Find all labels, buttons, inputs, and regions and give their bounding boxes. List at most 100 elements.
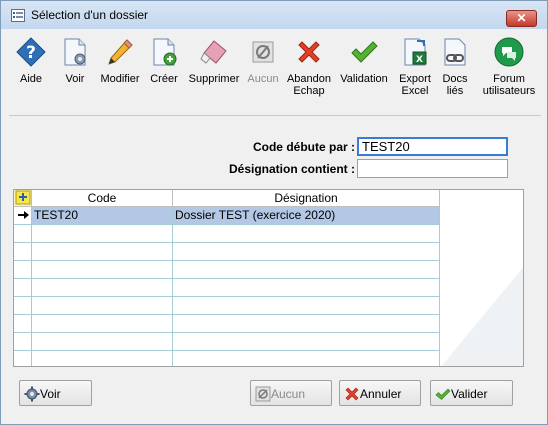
new-document-icon (153, 38, 177, 66)
grid-empty-area (440, 190, 523, 366)
red-x-icon (298, 41, 320, 63)
table-row[interactable] (14, 243, 440, 261)
green-check-icon (435, 388, 451, 400)
view-footer-button[interactable]: Voir (19, 380, 92, 406)
row-designation (173, 297, 440, 314)
row-code (32, 261, 173, 278)
current-row-arrow-icon (18, 211, 29, 219)
table-row[interactable]: TEST20 Dossier TEST (exercice 2020) (14, 207, 440, 225)
column-header-designation[interactable]: Désignation (173, 190, 440, 206)
none-footer-label: Aucun (271, 387, 306, 401)
column-header-code[interactable]: Code (32, 190, 173, 206)
row-indicator (14, 261, 32, 278)
row-indicator (14, 333, 32, 350)
row-code (32, 333, 173, 350)
close-icon: ✕ (516, 11, 527, 25)
grid-corner-shade (441, 267, 523, 366)
row-code: TEST20 (32, 207, 173, 224)
svg-text:X: X (416, 55, 423, 65)
none-button[interactable]: Aucun (245, 31, 281, 111)
row-code (32, 297, 173, 314)
create-button[interactable]: Créer (145, 31, 183, 111)
svg-text:?: ? (26, 43, 36, 63)
none-footer-button[interactable]: Aucun (250, 380, 332, 406)
table-row[interactable] (14, 333, 440, 351)
validation-label: Validation (340, 73, 388, 85)
row-indicator (14, 279, 32, 296)
toolbar-separator (9, 115, 541, 116)
code-starts-with-label: Code débute par : (252, 140, 355, 154)
abandon-button[interactable]: Abandon Echap (285, 31, 333, 111)
row-code (32, 351, 173, 366)
row-designation (173, 333, 440, 350)
row-indicator (14, 225, 32, 242)
view-button[interactable]: Voir (55, 31, 95, 111)
row-designation (173, 225, 440, 242)
row-designation (173, 261, 440, 278)
delete-label: Supprimer (188, 73, 240, 85)
table-row[interactable] (14, 351, 440, 366)
row-code (32, 225, 173, 242)
close-button[interactable]: ✕ (506, 10, 537, 27)
column-chooser-icon (15, 190, 30, 205)
empty-set-icon (255, 386, 271, 402)
validation-button[interactable]: Validation (337, 31, 391, 111)
create-label: Créer (150, 73, 178, 85)
pencil-icon (108, 39, 133, 65)
column-chooser-button[interactable] (14, 190, 32, 206)
grid-header: Code Désignation (14, 190, 440, 207)
window-title: Sélection d'un dossier (31, 8, 149, 22)
empty-set-icon (252, 41, 274, 63)
cancel-button[interactable]: Annuler (339, 380, 421, 406)
help-icon: ? (16, 37, 46, 67)
row-code (32, 243, 173, 260)
row-indicator (14, 315, 32, 332)
help-label: Aide (19, 73, 43, 85)
row-designation (173, 315, 440, 332)
row-indicator (14, 243, 32, 260)
abandon-label: Abandon Echap (286, 73, 332, 97)
view-document-icon (64, 38, 86, 66)
row-code (32, 315, 173, 332)
validate-button[interactable]: Valider (430, 380, 513, 406)
title-bar[interactable]: Sélection d'un dossier ✕ (1, 1, 547, 29)
gear-icon (24, 386, 40, 402)
modify-label: Modifier (100, 73, 140, 85)
row-indicator (14, 351, 32, 366)
window-list-icon (11, 9, 25, 22)
export-excel-button[interactable]: X Export Excel (395, 31, 435, 111)
code-starts-with-input[interactable] (357, 137, 508, 156)
designation-contains-input[interactable] (357, 159, 508, 178)
eraser-icon (200, 40, 227, 64)
table-row[interactable] (14, 297, 440, 315)
table-row[interactable] (14, 225, 440, 243)
table-row[interactable] (14, 315, 440, 333)
folder-grid[interactable]: Code Désignation TEST20 Dossier TEST (ex… (13, 189, 524, 367)
designation-contains-label: Désignation contient : (229, 162, 355, 176)
forum-icon (494, 37, 524, 67)
view-label: Voir (65, 73, 85, 85)
row-designation (173, 351, 440, 366)
row-designation (173, 279, 440, 296)
cancel-label: Annuler (360, 387, 402, 401)
linked-docs-icon (444, 38, 466, 66)
modify-button[interactable]: Modifier (97, 31, 143, 111)
row-indicator (14, 297, 32, 314)
row-designation: Dossier TEST (exercice 2020) (173, 207, 440, 224)
row-code (32, 279, 173, 296)
linked-docs-label: Docs liés (442, 73, 468, 97)
green-check-icon (351, 41, 378, 63)
excel-export-icon: X (404, 38, 427, 66)
linked-docs-button[interactable]: Docs liés (437, 31, 473, 111)
forum-button[interactable]: Forum utilisateurs (477, 31, 541, 111)
row-designation (173, 243, 440, 260)
table-row[interactable] (14, 279, 440, 297)
dialog-window: Sélection d'un dossier ✕ ? Aide Voir Mod… (0, 0, 548, 425)
forum-label: Forum utilisateurs (482, 73, 536, 97)
red-x-icon (345, 387, 359, 401)
table-row[interactable] (14, 261, 440, 279)
delete-button[interactable]: Supprimer (185, 31, 243, 111)
help-button[interactable]: ? Aide (9, 31, 53, 111)
validate-label: Valider (451, 387, 488, 401)
view-footer-label: Voir (40, 387, 61, 401)
